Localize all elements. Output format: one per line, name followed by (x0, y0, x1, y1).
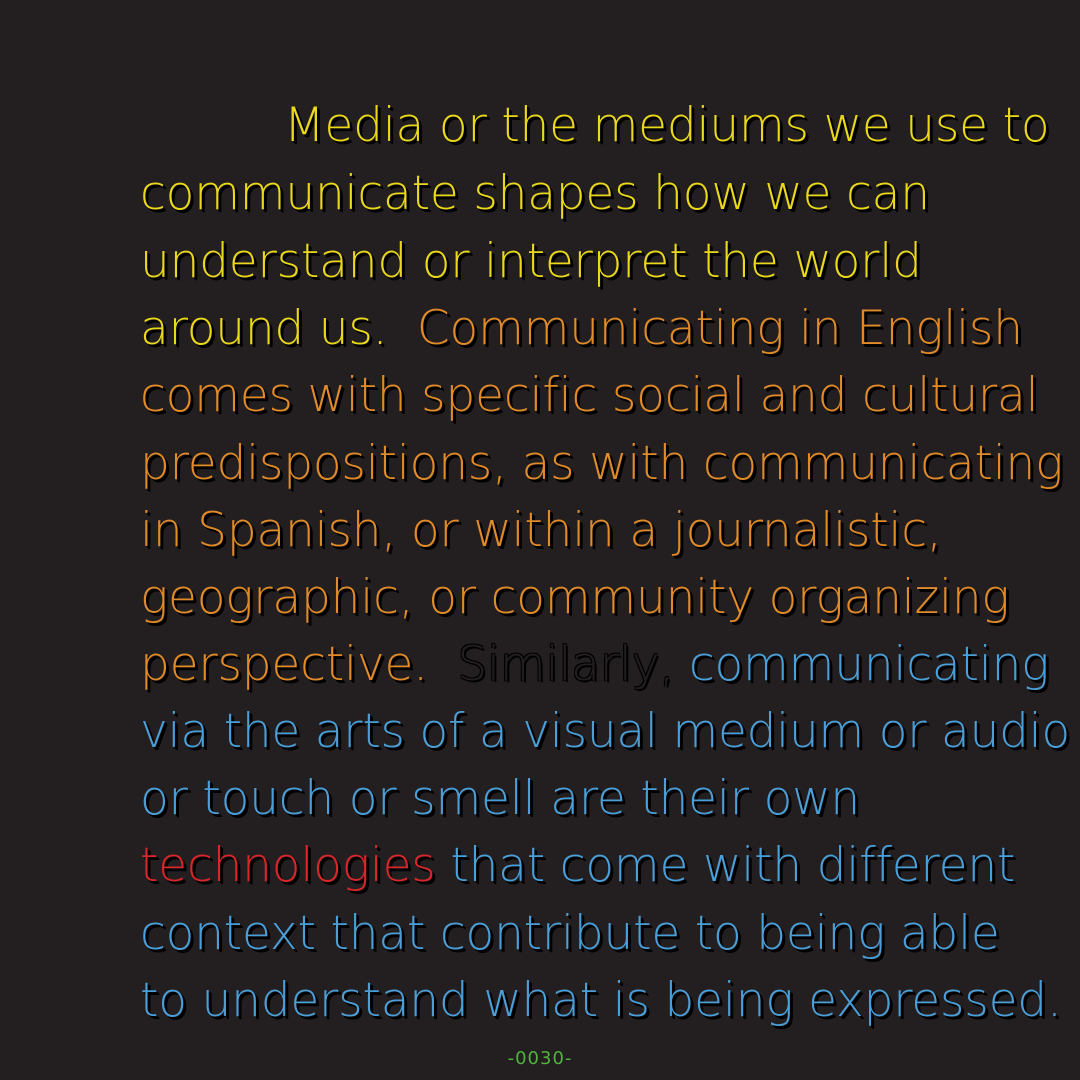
poem-line: Media or the mediums we use to (284, 102, 1050, 149)
poem-line: around us. Communicating in English (140, 305, 1023, 352)
poem-segment-orange: comes with specific social and cultural (140, 368, 1039, 423)
poem-line: perspective. Similarly, communicating (140, 641, 1049, 688)
page-number: -0030- (507, 1048, 573, 1069)
poem-line: to understand what is being expressed. (140, 977, 1062, 1024)
poem-line: or touch or smell are their own (140, 775, 860, 822)
page: Media or the mediums we use to communicat… (0, 0, 1080, 1080)
poem-segment-orange: in Spanish, or within a journalistic, (140, 503, 942, 558)
poem-line: understand or interpret the world (140, 238, 922, 285)
poem-segment-orange: predispositions, as with communicating (140, 436, 1064, 491)
poem-segment-orange: perspective. (140, 637, 458, 692)
poem-segment-orange: Communicating in English (416, 301, 1023, 356)
poem-segment-orange: geographic, or community organizing (140, 570, 1010, 625)
poem-segment-yellow: around us. (140, 301, 417, 356)
poem-line: communicate shapes how we can (140, 170, 930, 217)
poem-line: in Spanish, or within a journalistic, (140, 507, 942, 554)
poem-segment-blue: context that contribute to being able (140, 906, 1000, 961)
poem-segment-red: technologies (140, 838, 436, 893)
poem-line: predispositions, as with communicating (140, 440, 1063, 487)
poem-segment-blue: communicating (674, 637, 1050, 692)
poem-segment-blue: or touch or smell are their own (140, 771, 861, 826)
poem-line: geographic, or community organizing (140, 574, 1010, 621)
poem-segment-blue: via the arts of a visual medium or audio (140, 704, 1070, 759)
poem-segment-dark: Similarly, (457, 637, 675, 692)
poem-line: technologies that come with different (140, 842, 1015, 889)
poem-line: via the arts of a visual medium or audio (140, 708, 1070, 755)
poem-text-block: Media or the mediums we use to communicat… (0, 0, 1080, 1080)
poem-segment-blue: to understand what is being expressed. (140, 973, 1062, 1028)
poem-segment-blue: that come with different (435, 838, 1016, 893)
poem-segment-yellow: Media or the mediums we use to (284, 98, 1050, 153)
poem-segment-yellow: understand or interpret the world (140, 234, 922, 289)
poem-line: context that contribute to being able (140, 910, 1000, 957)
poem-segment-yellow: communicate shapes how we can (140, 166, 930, 221)
poem-line: comes with specific social and cultural (140, 372, 1039, 419)
